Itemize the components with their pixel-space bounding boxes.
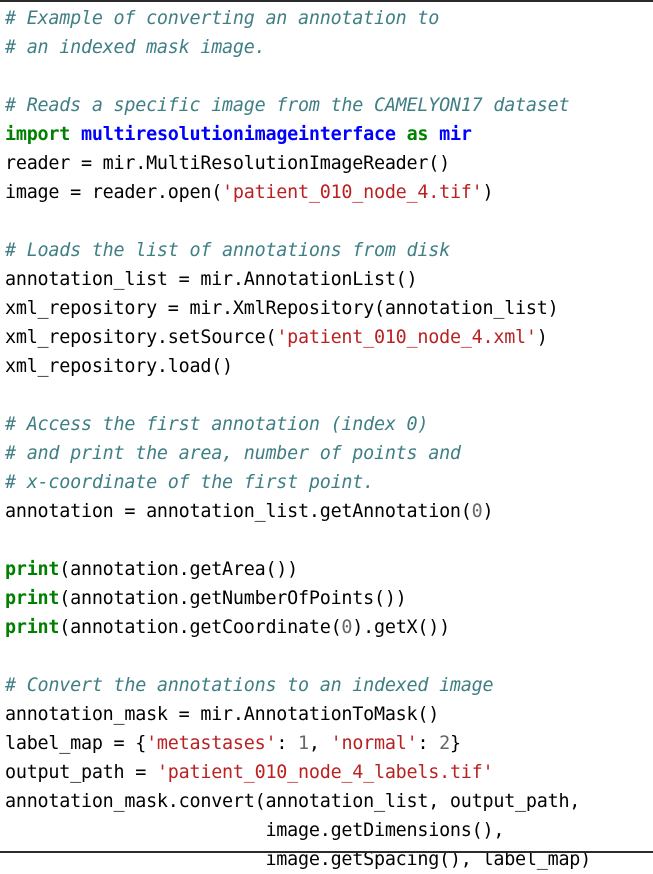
code-line: # Example of converting an annotation to — [5, 4, 653, 33]
code-line: xml_repository = mir.XmlRepository(annot… — [5, 294, 653, 323]
figure-top-rule — [0, 0, 653, 2]
code-line: import multiresolutionimageinterface as … — [5, 120, 653, 149]
code-token: image = reader.open( — [5, 182, 223, 203]
code-token: import — [5, 124, 71, 145]
code-token: 'metastases' — [146, 733, 277, 754]
code-token: 'patient_010_node_4.tif' — [222, 182, 483, 203]
code-token: # Example of converting an annotation to — [5, 8, 440, 29]
code-token: image.getDimensions(), — [5, 820, 505, 841]
code-line: label_map = {'metastases': 1, 'normal': … — [5, 729, 653, 758]
code-token: annotation = annotation_list.getAnnotati… — [5, 501, 472, 522]
code-line: annotation_mask.convert(annotation_list,… — [5, 787, 653, 816]
code-token: ).getX()) — [352, 617, 450, 638]
code-token: mir — [439, 124, 472, 145]
code-line: image.getSpacing(), label_map) — [5, 845, 653, 874]
python-code-listing: # Example of converting an annotation to… — [5, 4, 653, 874]
code-token: output_path = — [5, 762, 157, 783]
code-line: # Reads a specific image from the CAMELY… — [5, 91, 653, 120]
code-token: 2 — [439, 733, 451, 754]
code-line: # Access the first annotation (index 0) — [5, 410, 653, 439]
code-token: (annotation.getArea()) — [59, 559, 299, 580]
code-token: 'normal' — [330, 733, 418, 754]
code-token: as — [406, 124, 429, 145]
code-token: print — [5, 617, 60, 638]
code-token: annotation_mask.convert(annotation_list,… — [5, 791, 581, 812]
code-token: 0 — [471, 501, 483, 522]
code-token: # Loads the list of annotations from dis… — [5, 240, 450, 261]
code-line: # and print the area, number of points a… — [5, 439, 653, 468]
code-token: ) — [482, 182, 494, 203]
figure-bottom-rule — [0, 851, 653, 853]
code-line: xml_repository.load() — [5, 352, 653, 381]
code-line: output_path = 'patient_010_node_4_labels… — [5, 758, 653, 787]
code-token: ) — [482, 501, 494, 522]
code-line: image = reader.open('patient_010_node_4.… — [5, 178, 653, 207]
code-token: # Access the first annotation (index 0) — [5, 414, 429, 435]
code-line: # x-coordinate of the first point. — [5, 468, 653, 497]
code-line: # Loads the list of annotations from dis… — [5, 236, 653, 265]
code-token: # and print the area, number of points a… — [5, 443, 461, 464]
code-token: label_map = { — [5, 733, 147, 754]
code-token: 'patient_010_node_4_labels.tif' — [156, 762, 494, 783]
code-line: print(annotation.getArea()) — [5, 555, 653, 584]
code-token: reader = mir.MultiResolutionImageReader(… — [5, 153, 450, 174]
code-token: # Convert the annotations to an indexed … — [5, 675, 494, 696]
code-token: # x-coordinate of the first point. — [5, 472, 374, 493]
code-token: : — [417, 733, 440, 754]
code-token: } — [450, 733, 461, 754]
code-token: xml_repository = mir.XmlRepository(annot… — [5, 298, 559, 319]
code-token: , — [308, 733, 331, 754]
code-token: (annotation.getNumberOfPoints()) — [59, 588, 407, 609]
code-figure: # Example of converting an annotation to… — [0, 0, 653, 870]
code-line: annotation_mask = mir.AnnotationToMask() — [5, 700, 653, 729]
code-line: xml_repository.setSource('patient_010_no… — [5, 323, 653, 352]
code-token: # an indexed mask image. — [5, 37, 266, 58]
code-token: ) — [536, 327, 548, 348]
code-token: print — [5, 559, 60, 580]
code-line: print(annotation.getNumberOfPoints()) — [5, 584, 653, 613]
code-token: 1 — [298, 733, 309, 754]
code-line: annotation_list = mir.AnnotationList() — [5, 265, 653, 294]
code-token: xml_repository.load() — [5, 356, 233, 377]
code-line: # Convert the annotations to an indexed … — [5, 671, 653, 700]
code-token: annotation_list = mir.AnnotationList() — [5, 269, 418, 290]
code-token: : — [276, 733, 299, 754]
code-token: (annotation.getCoordinate( — [59, 617, 342, 638]
code-line: reader = mir.MultiResolutionImageReader(… — [5, 149, 653, 178]
code-line: # an indexed mask image. — [5, 33, 653, 62]
code-token: annotation_mask = mir.AnnotationToMask() — [5, 704, 440, 725]
code-line: print(annotation.getCoordinate(0).getX()… — [5, 613, 653, 642]
code-token: xml_repository.setSource( — [5, 327, 277, 348]
code-line: annotation = annotation_list.getAnnotati… — [5, 497, 653, 526]
code-token: # Reads a specific image from the CAMELY… — [5, 95, 570, 116]
code-line: image.getDimensions(), — [5, 816, 653, 845]
code-token: print — [5, 588, 60, 609]
code-token: 0 — [341, 617, 353, 638]
code-token: 'patient_010_node_4.xml' — [276, 327, 537, 348]
code-token: multiresolutionimageinterface — [80, 124, 396, 145]
